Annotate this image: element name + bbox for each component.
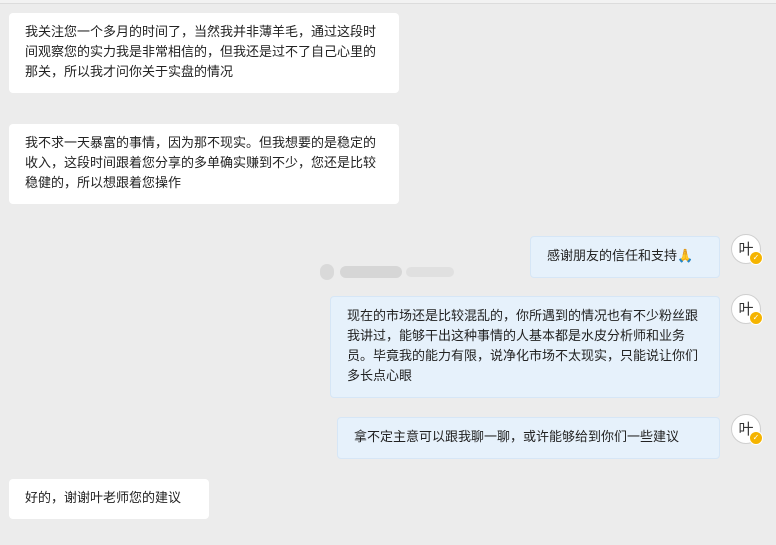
avatar[interactable]: 叶 ✓ — [731, 414, 763, 445]
blurred-sender-name — [320, 262, 458, 282]
message-text: 拿不定主意可以跟我聊一聊，或许能够给到你们一些建议 — [354, 430, 680, 445]
message-bubble-outgoing[interactable]: 拿不定主意可以跟我聊一聊，或许能够给到你们一些建议 — [337, 417, 720, 459]
message-text: 我关注您一个多月的时间了，当然我并非薄羊毛，通过这段时间观察您的实力我是非常相信… — [25, 25, 377, 80]
message-text: 好的，谢谢叶老师您的建议 — [25, 491, 182, 506]
message-bubble-outgoing[interactable]: 感谢朋友的信任和支持🙏 — [530, 236, 720, 278]
message-bubble-outgoing[interactable]: 现在的市场还是比较混乱的，你所遇到的情况也有不少粉丝跟我讲过，能够干出这种事情的… — [330, 296, 720, 398]
message-bubble-incoming[interactable]: 好的，谢谢叶老师您的建议 — [9, 479, 209, 519]
message-text: 现在的市场还是比较混乱的，你所遇到的情况也有不少粉丝跟我讲过，能够干出这种事情的… — [347, 309, 699, 384]
top-divider — [0, 0, 776, 4]
avatar[interactable]: 叶 ✓ — [731, 294, 763, 325]
verified-badge-icon: ✓ — [749, 311, 763, 325]
message-text: 感谢朋友的信任和支持🙏 — [547, 249, 694, 264]
verified-badge-icon: ✓ — [749, 431, 763, 445]
message-bubble-incoming[interactable]: 我不求一天暴富的事情，因为那不现实。但我想要的是稳定的收入，这段时间跟着您分享的… — [9, 124, 399, 204]
message-bubble-incoming[interactable]: 我关注您一个多月的时间了，当然我并非薄羊毛，通过这段时间观察您的实力我是非常相信… — [9, 13, 399, 93]
verified-badge-icon: ✓ — [749, 251, 763, 265]
avatar[interactable]: 叶 ✓ — [731, 234, 763, 265]
message-text: 我不求一天暴富的事情，因为那不现实。但我想要的是稳定的收入，这段时间跟着您分享的… — [25, 136, 377, 191]
